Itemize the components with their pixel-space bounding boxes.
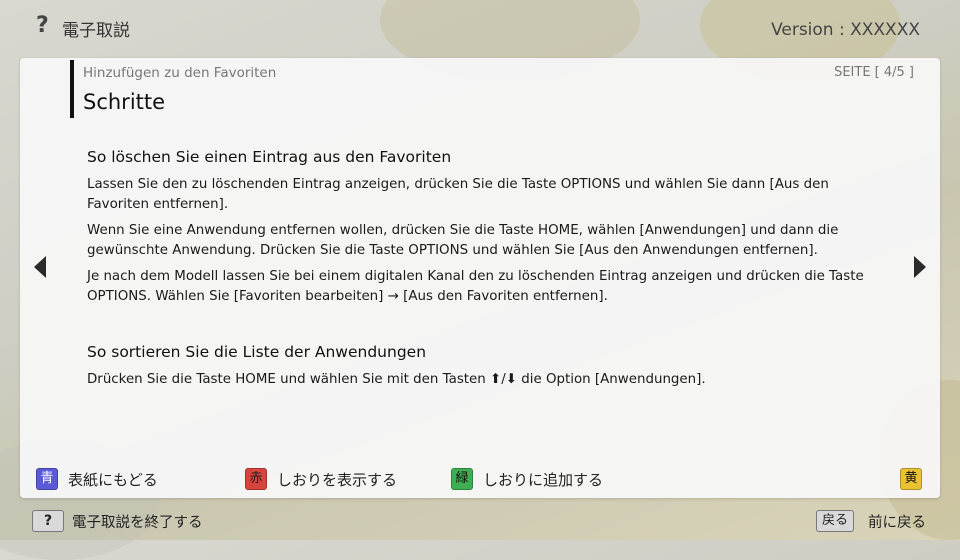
app-title: 電子取説 — [62, 21, 130, 41]
section-heading: So löschen Sie einen Eintrag aus den Fav… — [87, 148, 452, 166]
yellow-key-badge: 黄 — [900, 468, 922, 490]
paragraph: Je nach dem Modell lassen Sie bei einem … — [87, 269, 864, 304]
green-key-badge: 緑 — [451, 468, 473, 490]
exit-manual-label: 電子取説を終了する — [72, 515, 203, 531]
blue-button-back-to-cover[interactable]: 青 表紙にもどる — [36, 468, 158, 490]
page-title: Schritte — [83, 90, 166, 114]
blue-key-badge: 青 — [36, 468, 58, 490]
content-panel: Hinzufügen zu den Favoriten SEITE [ 4/5 … — [20, 58, 940, 498]
next-page-arrow-icon[interactable] — [914, 256, 926, 278]
page-indicator: SEITE [ 4/5 ] — [834, 65, 914, 80]
article-content: So löschen Sie einen Eintrag aus den Fav… — [87, 148, 887, 396]
version-label: Version : XXXXXX — [771, 20, 920, 40]
back-label: 前に戻る — [868, 515, 926, 531]
section-delete-favorite: So löschen Sie einen Eintrag aus den Fav… — [87, 148, 887, 307]
red-key-badge: 赤 — [245, 468, 267, 490]
section-sort-apps: So sortieren Sie die Liste der Anwendung… — [87, 343, 887, 390]
green-button-add-bookmark[interactable]: 緑 しおりに追加する — [451, 468, 603, 490]
red-button-show-bookmarks[interactable]: 赤 しおりを表示する — [245, 468, 397, 490]
paragraph: Wenn Sie eine Anwendung entfernen wollen… — [87, 223, 839, 258]
section-heading: So sortieren Sie die Liste der Anwendung… — [87, 343, 427, 361]
breadcrumb: Hinzufügen zu den Favoriten — [83, 65, 277, 81]
back-key-button[interactable]: 戻る — [816, 510, 855, 532]
red-button-label: しおりを表示する — [277, 470, 398, 489]
previous-page-arrow-icon[interactable] — [34, 256, 46, 278]
help-key-button[interactable]: ? — [32, 510, 64, 532]
paragraph: Lassen Sie den zu löschenden Eintrag anz… — [87, 177, 829, 212]
title-accent-bar — [70, 60, 74, 118]
blue-button-label: 表紙にもどる — [68, 470, 158, 489]
yellow-button[interactable]: 黄 — [900, 468, 932, 490]
color-button-bar: 青 表紙にもどる 赤 しおりを表示する 緑 しおりに追加する 黄 — [20, 468, 940, 490]
green-button-label: しおりに追加する — [483, 470, 604, 489]
help-icon: ? — [36, 13, 49, 38]
paragraph: Drücken Sie die Taste HOME und wählen Si… — [87, 372, 706, 387]
bottom-bar: ? 電子取説を終了する 戻る 前に戻る — [0, 506, 960, 536]
